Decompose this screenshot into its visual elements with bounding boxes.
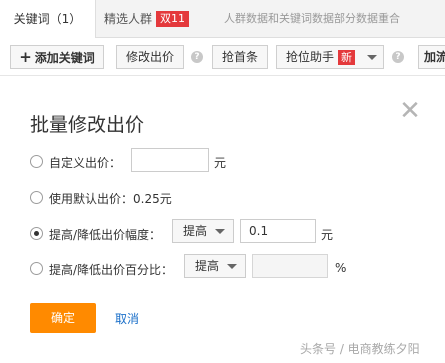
help-icon[interactable]: ? [191, 51, 203, 63]
add-keyword-label: 添加关键词 [34, 51, 95, 65]
default-bid-label: 使用默认出价：0.25元 [49, 192, 172, 206]
bid-amount-label: 提高/降低出价幅度： [49, 228, 162, 242]
bid-amount-input[interactable]: 0.1 [240, 219, 316, 243]
double11-badge: 双11 [156, 11, 190, 27]
percent-direction-value: 提高 [195, 259, 220, 273]
data-overlap-notice: 人群数据和关键词数据部分数据重合 [224, 12, 400, 25]
bid-percent-input[interactable] [252, 254, 328, 278]
add-keyword-button[interactable]: + 添加关键词 [10, 45, 104, 69]
default-bid-radio[interactable] [30, 191, 43, 204]
bid-percent-unit: % [335, 261, 347, 275]
edit-bid-button[interactable]: 修改出价 [116, 45, 184, 69]
batch-edit-bid-dialog: 批量修改出价 ✕ 自定义出价： 元 使用默认出价：0.25元 提高/降低出价幅度… [0, 78, 445, 340]
bid-amount-radio[interactable] [30, 227, 43, 240]
tab-keywords[interactable]: 关键词（1） [0, 0, 96, 39]
amount-direction-select[interactable]: 提高 [172, 219, 234, 243]
new-badge: 新 [338, 50, 356, 65]
plus-icon: + [19, 48, 32, 66]
rank-helper-dropdown[interactable]: 抢位助手新 [276, 45, 384, 69]
dialog-title: 批量修改出价 [30, 114, 145, 136]
tab-strip: 关键词（1） 精选人群 双11 人群数据和关键词数据部分数据重合 [0, 0, 445, 39]
custom-bid-input[interactable] [131, 148, 209, 172]
custom-bid-label: 自定义出价： [49, 156, 122, 170]
rank-helper-label: 抢位助手 [286, 50, 335, 64]
percent-direction-select[interactable]: 提高 [184, 254, 246, 278]
amount-direction-value: 提高 [183, 224, 208, 238]
bid-percent-radio[interactable] [30, 262, 43, 275]
bid-percent-label: 提高/降低出价百分比： [49, 263, 174, 277]
tab-crowd[interactable]: 精选人群 双11 [104, 0, 190, 38]
cancel-link[interactable]: 取消 [115, 310, 139, 327]
boost-traffic-button[interactable]: 加流 [418, 45, 445, 69]
grab-first-button[interactable]: 抢首条 [212, 45, 268, 69]
toolbar: + 添加关键词 修改出价 ? 抢首条 抢位助手新 ? 加流 [0, 38, 445, 76]
custom-bid-unit: 元 [214, 156, 227, 170]
chevron-down-icon [215, 229, 225, 234]
help-icon[interactable]: ? [392, 51, 404, 63]
close-icon[interactable]: ✕ [398, 98, 422, 124]
tab-crowd-label: 精选人群 [104, 12, 153, 26]
chevron-down-icon [227, 264, 237, 269]
confirm-button[interactable]: 确定 [30, 303, 96, 333]
page: 关键词（1） 精选人群 双11 人群数据和关键词数据部分数据重合 + 添加关键词 修… [0, 0, 445, 363]
bid-amount-unit: 元 [321, 228, 334, 242]
chevron-down-icon [367, 55, 377, 60]
watermark: 头条号 / 电商教练夕阳 [300, 342, 420, 356]
custom-bid-radio[interactable] [30, 155, 43, 168]
